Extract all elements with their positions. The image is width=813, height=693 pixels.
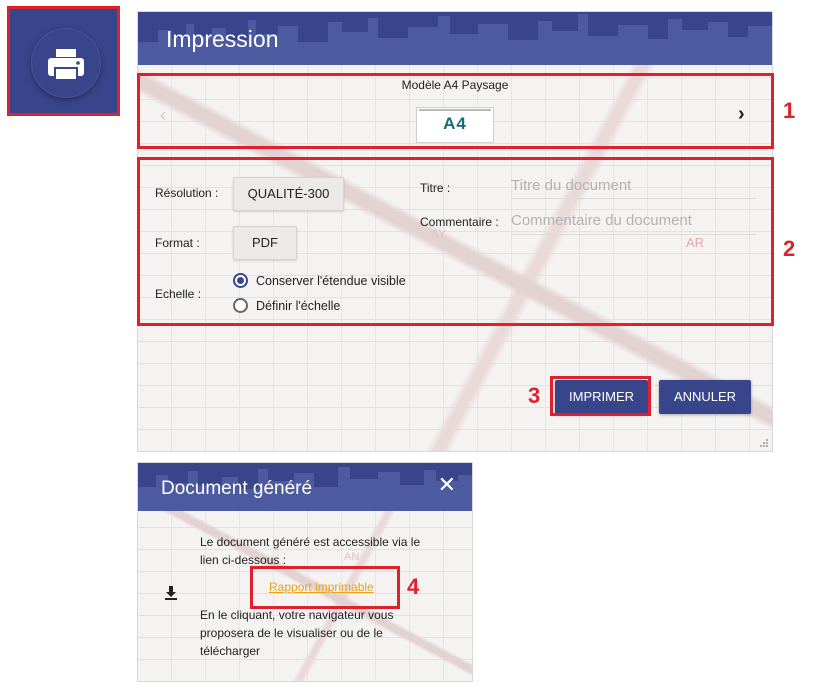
print-circle bbox=[31, 28, 101, 98]
map-label-an: AN bbox=[344, 551, 360, 563]
impression-header: Impression bbox=[138, 12, 772, 65]
resize-handle-icon[interactable] bbox=[760, 439, 769, 448]
model-thumbnail[interactable]: A4 bbox=[416, 107, 494, 143]
titre-label: Titre : bbox=[420, 181, 451, 195]
radio-keep-extent[interactable] bbox=[233, 273, 248, 288]
radio-define-scale[interactable] bbox=[233, 298, 248, 313]
thumbnail-bar bbox=[419, 109, 491, 111]
document-text-2: En le cliquant, votre navigateur vous pr… bbox=[200, 608, 394, 658]
document-title: Document généré bbox=[161, 478, 313, 499]
chevron-left-icon[interactable]: ‹ bbox=[160, 105, 166, 126]
format-label: Format : bbox=[155, 236, 200, 250]
thumbnail-label: A4 bbox=[443, 114, 467, 133]
annotation-1: 1 bbox=[783, 98, 796, 123]
document-text-1: Le document généré est accessible via le… bbox=[200, 535, 421, 567]
print-tool-button[interactable] bbox=[9, 8, 118, 114]
resolution-label: Résolution : bbox=[155, 186, 219, 200]
radio-define-scale-label: Définir l'échelle bbox=[256, 299, 341, 313]
annotation-2: 2 bbox=[783, 236, 796, 261]
commentaire-input[interactable] bbox=[511, 207, 756, 235]
cancel-button[interactable]: ANNULER bbox=[659, 380, 751, 414]
titre-input[interactable] bbox=[511, 173, 756, 199]
map-label-ar: AR bbox=[686, 235, 705, 250]
document-panel: Document généré ✕ Le document généré est… bbox=[137, 462, 473, 682]
format-button[interactable]: PDF bbox=[233, 226, 297, 260]
model-label: Modèle A4 Paysage bbox=[401, 78, 509, 92]
document-header: Document généré ✕ bbox=[138, 463, 472, 511]
close-icon[interactable]: ✕ bbox=[438, 474, 456, 496]
impression-title: Impression bbox=[166, 26, 279, 52]
print-button[interactable]: IMPRIMER bbox=[555, 380, 648, 414]
annotation-4: 4 bbox=[407, 574, 420, 599]
echelle-label: Echelle : bbox=[155, 287, 202, 301]
report-link[interactable]: Rapport imprimable bbox=[269, 580, 374, 594]
impression-panel: Impression Modèle A4 Paysage ‹ › A4 Réso… bbox=[137, 11, 773, 452]
radio-keep-extent-label: Conserver l'étendue visible bbox=[256, 274, 406, 288]
annotation-3: 3 bbox=[528, 383, 541, 408]
map-label-ay: AY bbox=[431, 227, 447, 241]
chevron-right-icon[interactable]: › bbox=[738, 103, 745, 126]
printer-icon bbox=[48, 49, 84, 81]
download-icon[interactable] bbox=[163, 585, 179, 601]
resolution-button[interactable]: QUALITÉ-300 bbox=[233, 177, 344, 211]
